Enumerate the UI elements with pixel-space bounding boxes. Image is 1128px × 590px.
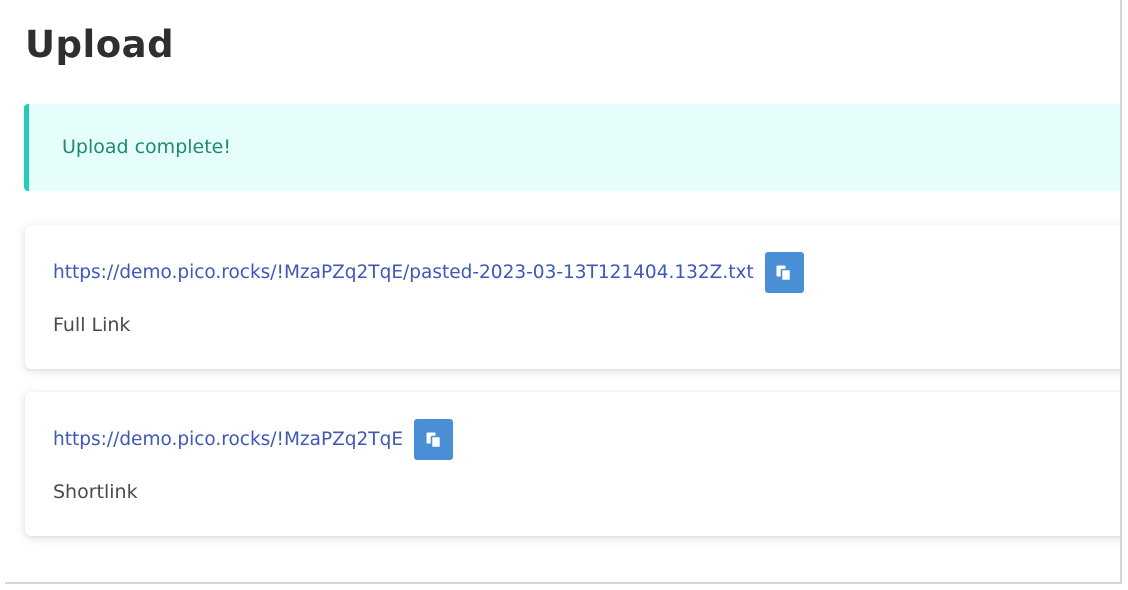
alert-message: Upload complete! xyxy=(62,136,231,158)
shortlink-label: Shortlink xyxy=(53,481,138,503)
success-alert: Upload complete! xyxy=(24,104,1120,191)
upload-page: Upload Upload complete! https://demo.pic… xyxy=(5,0,1122,584)
shortlink-card: https://demo.pico.rocks/!MzaPZq2TqE Shor… xyxy=(25,392,1120,536)
shortlink-row: https://demo.pico.rocks/!MzaPZq2TqE xyxy=(53,419,454,460)
full-link-card: https://demo.pico.rocks/!MzaPZq2TqE/past… xyxy=(25,225,1120,369)
copy-full-link-button[interactable] xyxy=(764,252,804,293)
copy-shortlink-button[interactable] xyxy=(414,419,454,460)
copy-icon xyxy=(776,265,792,281)
shortlink-url[interactable]: https://demo.pico.rocks/!MzaPZq2TqE xyxy=(53,420,403,460)
full-link-label: Full Link xyxy=(53,314,131,336)
full-link-row: https://demo.pico.rocks/!MzaPZq2TqE/past… xyxy=(53,252,804,293)
copy-icon xyxy=(426,432,441,448)
page-title: Upload xyxy=(25,23,175,66)
full-link-url[interactable]: https://demo.pico.rocks/!MzaPZq2TqE/past… xyxy=(53,253,754,293)
